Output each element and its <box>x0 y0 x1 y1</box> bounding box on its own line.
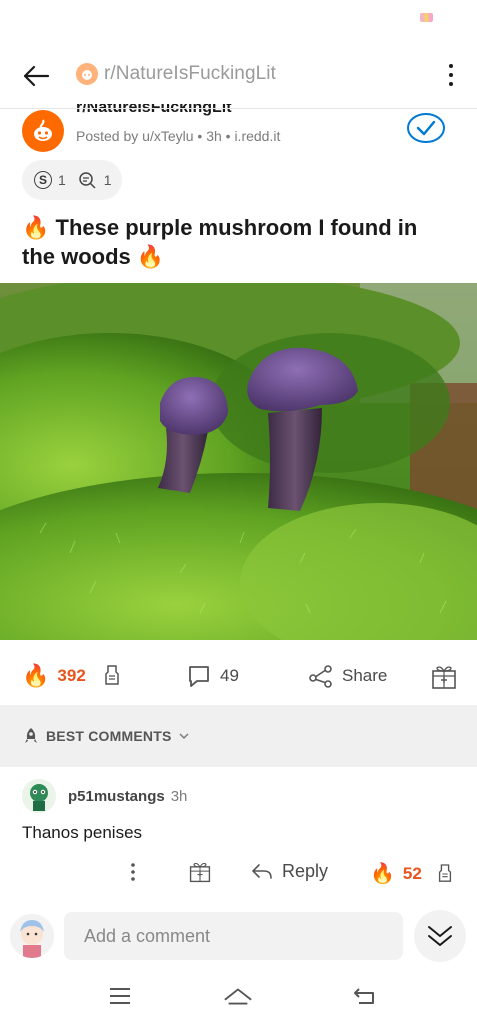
reply-arrow-icon <box>252 863 272 879</box>
home-icon <box>224 988 252 1005</box>
silver-award-icon: S <box>34 171 52 189</box>
comment-reply-button[interactable]: Reply <box>250 861 328 882</box>
back-nav-button[interactable] <box>350 984 380 1008</box>
gift-icon <box>432 666 456 689</box>
share-label: Share <box>342 666 388 685</box>
comment-username[interactable]: p51mustangs <box>68 788 165 805</box>
reply-label: Reply <box>282 861 329 881</box>
subreddit-name[interactable]: r/NatureIsFuckingLit <box>76 104 232 117</box>
downvote-icon[interactable] <box>102 664 122 688</box>
subreddit-avatar[interactable] <box>22 110 64 152</box>
sort-dropdown[interactable]: BEST COMMENTS <box>22 727 190 745</box>
system-nav-bar <box>0 968 477 1024</box>
joined-check-button[interactable] <box>406 112 446 144</box>
back-nav-icon <box>354 988 374 1004</box>
post-meta: Posted by u/xTeylu • 3h • i.redd.it <box>76 128 281 144</box>
divider <box>0 108 477 109</box>
comment-vote-count: 52 <box>402 863 422 883</box>
comment-body: Thanos penises <box>22 823 143 842</box>
top-app-bar: r/NatureIsFuckingLit <box>0 48 477 104</box>
fire-emoji: 🔥 <box>22 215 50 240</box>
post-vote-count: 392 <box>57 666 86 685</box>
post-actions: 🔥 392 49 Share <box>0 655 477 701</box>
share-icon <box>309 665 332 688</box>
helpful-award-icon <box>79 172 96 189</box>
comment-award-button[interactable] <box>188 860 212 884</box>
status-bar <box>0 0 477 40</box>
post-image[interactable] <box>0 283 477 640</box>
notification-dot-icon <box>420 13 433 22</box>
share-button[interactable]: Share <box>308 663 387 689</box>
topbar-title[interactable]: r/NatureIsFuckingLit <box>104 63 276 85</box>
comment-input[interactable] <box>64 912 403 960</box>
expand-comments-button[interactable] <box>414 910 466 962</box>
menu-lines-icon <box>110 988 130 1004</box>
comment-more-button[interactable] <box>128 861 138 883</box>
check-circle-icon <box>407 113 445 143</box>
reddit-flame-icon <box>34 119 52 141</box>
avatar-icon <box>22 779 56 813</box>
commenter-avatar[interactable] <box>22 779 56 813</box>
vertical-dots-icon <box>131 863 135 881</box>
more-options-button[interactable] <box>440 60 462 90</box>
comments-button[interactable]: 49 <box>186 663 239 689</box>
helpful-award-count: 1 <box>103 172 112 188</box>
home-button[interactable] <box>223 984 253 1008</box>
dot-icon <box>449 82 453 86</box>
recent-apps-button[interactable] <box>105 984 135 1008</box>
gift-icon <box>189 862 211 883</box>
awards-pill[interactable]: S 1 1 <box>22 160 122 200</box>
comment-composer <box>0 906 477 968</box>
avatar-icon <box>10 914 54 958</box>
silver-award-count: 1 <box>58 172 66 188</box>
comment-bubble-icon <box>189 666 209 687</box>
arrow-left-icon <box>23 65 50 87</box>
comment-timestamp: 3h <box>170 788 188 805</box>
comments-sort-bar: BEST COMMENTS <box>0 705 477 767</box>
back-button[interactable] <box>18 58 54 94</box>
double-chevron-down-icon <box>428 926 452 946</box>
chevron-down-icon <box>179 733 188 739</box>
downvote-icon[interactable] <box>436 863 454 885</box>
post-title: 🔥 These purple mushroom I found in the w… <box>22 213 452 271</box>
fire-upvote-icon[interactable]: 🔥 <box>370 861 395 886</box>
comment-actions: Reply 🔥 52 <box>0 855 477 895</box>
fire-emoji: 🔥 <box>136 244 165 269</box>
comment-author[interactable]: p51mustangs 3h <box>68 788 187 805</box>
fire-upvote-icon[interactable]: 🔥 <box>22 663 49 689</box>
dot-icon <box>449 73 453 77</box>
post-vote-group: 🔥 392 <box>22 663 122 689</box>
rocket-icon <box>25 728 37 743</box>
subreddit-avatar-small <box>76 63 98 85</box>
comment-vote-group: 🔥 52 <box>370 861 454 886</box>
user-avatar[interactable] <box>10 914 54 958</box>
mushroom-photo <box>0 283 477 640</box>
sort-label: BEST COMMENTS <box>46 728 172 744</box>
dot-icon <box>449 64 453 68</box>
award-button[interactable] <box>430 663 458 691</box>
post-title-text: These purple mushroom I found in the woo… <box>22 215 418 269</box>
comment: p51mustangs 3h Thanos penises Reply 🔥 52 <box>0 767 477 907</box>
comment-count: 49 <box>220 666 239 685</box>
